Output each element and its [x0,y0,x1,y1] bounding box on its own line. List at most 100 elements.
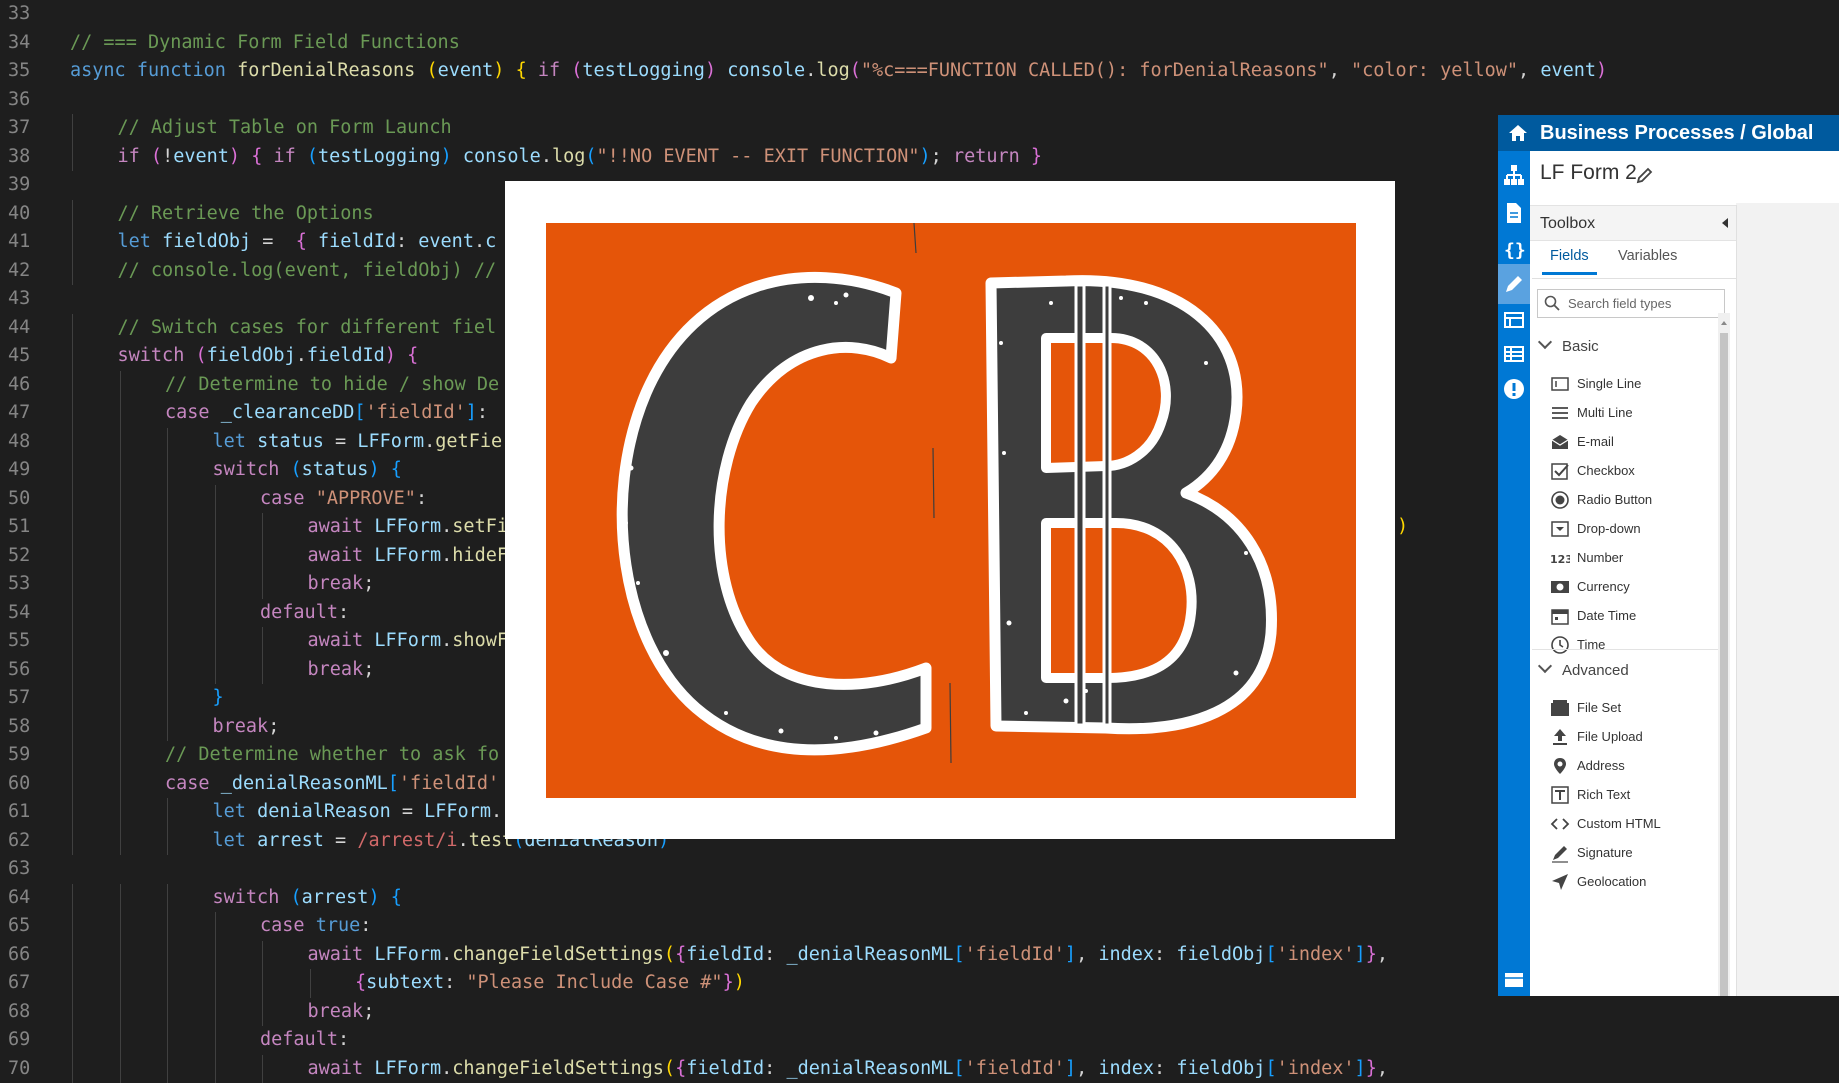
code-line[interactable]: // console.log(event, fieldObj) // [118,257,497,286]
code-line[interactable]: let denialReason = LFForm. [213,798,503,827]
code-line[interactable]: // Adjust Table on Form Launch [118,114,452,143]
code-token: ] [1065,944,1076,965]
field-type-date-time[interactable]: Date Time [1550,602,1718,630]
section-header-advanced[interactable]: Advanced [1538,661,1629,681]
code-line[interactable]: if (!event) { if (testLogging) console.l… [118,143,1043,172]
field-type-file-upload[interactable]: File Upload [1550,723,1718,751]
indent-guide [262,1055,263,1083]
alert-icon[interactable] [1502,377,1526,401]
scroll-up-arrow-icon[interactable] [1721,321,1727,325]
collapse-arrow-icon[interactable] [1722,218,1728,228]
field-type-address[interactable]: Address [1550,752,1718,780]
code-line[interactable]: let status = LFForm.getFie [213,428,503,457]
code-line[interactable]: // Retrieve the Options [118,200,374,229]
process-diagram-icon[interactable] [1502,163,1526,187]
indent-guide [72,143,73,172]
edit-form-icon[interactable] [1502,272,1526,296]
code-line[interactable]: break; [308,998,375,1027]
indent-guide [215,570,216,599]
geolocation-icon [1550,872,1570,892]
field-type-currency[interactable]: Currency [1550,573,1718,601]
field-type-list: Basic Single LineMulti LineE-mailCheckbox… [1530,305,1718,996]
code-token: fieldObj [207,345,296,366]
code-token: 'fieldId' [965,944,1065,965]
code-line[interactable]: await LFForm.hideF [308,542,509,571]
code-line[interactable]: async function forDenialReasons (event) … [70,57,1607,86]
code-token: . [541,146,552,167]
code-line[interactable]: } [213,684,224,713]
indent-guide [120,770,121,799]
form-title[interactable]: LF Form 2 [1540,161,1637,185]
field-type-time[interactable]: Time [1550,631,1718,659]
code-line[interactable]: default: [260,599,349,628]
field-type-signature[interactable]: Signature [1550,839,1718,867]
code-line[interactable]: await LFForm.setFi [308,513,509,542]
field-type-multi-line[interactable]: Multi Line [1550,399,1718,427]
code-line[interactable]: case _clearanceDD['fieldId']: [165,399,488,428]
code-line[interactable]: await LFForm.showF [308,627,509,656]
code-line[interactable]: case true: [260,912,371,941]
code-line[interactable]: // Switch cases for different fiel [118,314,497,343]
code-token: { [516,60,527,81]
code-line[interactable]: // Determine to hide / show De [165,371,499,400]
code-line[interactable]: let fieldObj = { fieldId: event.c [118,228,497,257]
indent-guide [215,599,216,628]
home-icon[interactable] [1508,123,1528,143]
address-icon [1550,756,1570,776]
line-number: 43 [0,285,66,314]
field-type-e-mail[interactable]: E-mail [1550,428,1718,456]
inbox-icon[interactable] [1502,967,1526,991]
field-type-file-set[interactable]: File Set [1550,694,1718,722]
indent-guide [72,1055,73,1083]
field-type-custom-html[interactable]: Custom HTML [1550,810,1718,838]
code-token: event [438,60,494,81]
code-token: getFie [435,431,502,452]
code-token: [ [954,944,965,965]
indent-guide [167,884,168,913]
tab-variables[interactable]: Variables [1610,248,1685,272]
code-line[interactable]: break; [213,713,280,742]
code-line[interactable]: switch (arrest) { [213,884,402,913]
field-type-number[interactable]: 123Number [1550,544,1718,572]
pencil-icon[interactable] [1635,165,1655,185]
tab-fields[interactable]: Fields [1542,248,1597,275]
field-type-geolocation[interactable]: Geolocation [1550,868,1718,896]
code-token: ) [229,146,240,167]
field-type-label: Radio Button [1577,492,1652,507]
document-icon[interactable] [1502,201,1526,225]
line-number: 36 [0,86,66,115]
code-line[interactable]: case _denialReasonML['fieldId' [165,770,499,799]
code-line[interactable]: await LFForm.changeFieldSettings({fieldI… [308,1055,1388,1083]
form-table-icon[interactable] [1502,309,1526,333]
field-type-radio-button[interactable]: Radio Button [1550,486,1718,514]
code-line[interactable]: switch (status) { [213,456,402,485]
indent-guide [120,798,121,827]
code-token: console [463,146,541,167]
field-type-rich-text[interactable]: Rich Text [1550,781,1718,809]
toolbox-scrollbar[interactable] [1718,313,1730,996]
form-grid-icon[interactable] [1502,343,1526,367]
code-token: let [213,431,258,452]
indent-guide [72,912,73,941]
indent-guide [167,627,168,656]
code-line[interactable]: break; [308,570,375,599]
code-line[interactable]: await LFForm.changeFieldSettings({fieldI… [308,941,1388,970]
field-type-drop-down[interactable]: Drop-down [1550,515,1718,543]
code-line[interactable]: // Determine whether to ask fo [165,741,499,770]
field-type-single-line[interactable]: Single Line [1550,370,1718,398]
section-header-basic[interactable]: Basic [1538,337,1599,357]
variables-icon[interactable]: {} [1502,237,1526,261]
logo-scratch [914,223,916,253]
field-type-checkbox[interactable]: Checkbox [1550,457,1718,485]
code-line[interactable]: switch (fieldObj.fieldId) { [118,342,419,371]
code-line[interactable]: // === Dynamic Form Field Functions [70,29,460,58]
scrollbar-thumb[interactable] [1720,333,1728,996]
code-line[interactable]: {subtext: "Please Include Case #"}) [355,969,745,998]
code-line[interactable]: case "APPROVE": [260,485,427,514]
breadcrumb[interactable]: Business Processes / Global [1540,121,1813,145]
code-line[interactable]: default: [260,1026,349,1055]
code-token: fieldObj [1176,1058,1265,1079]
code-token: } [213,687,224,708]
code-line[interactable]: break; [308,656,375,685]
code-token: fieldId [307,345,385,366]
